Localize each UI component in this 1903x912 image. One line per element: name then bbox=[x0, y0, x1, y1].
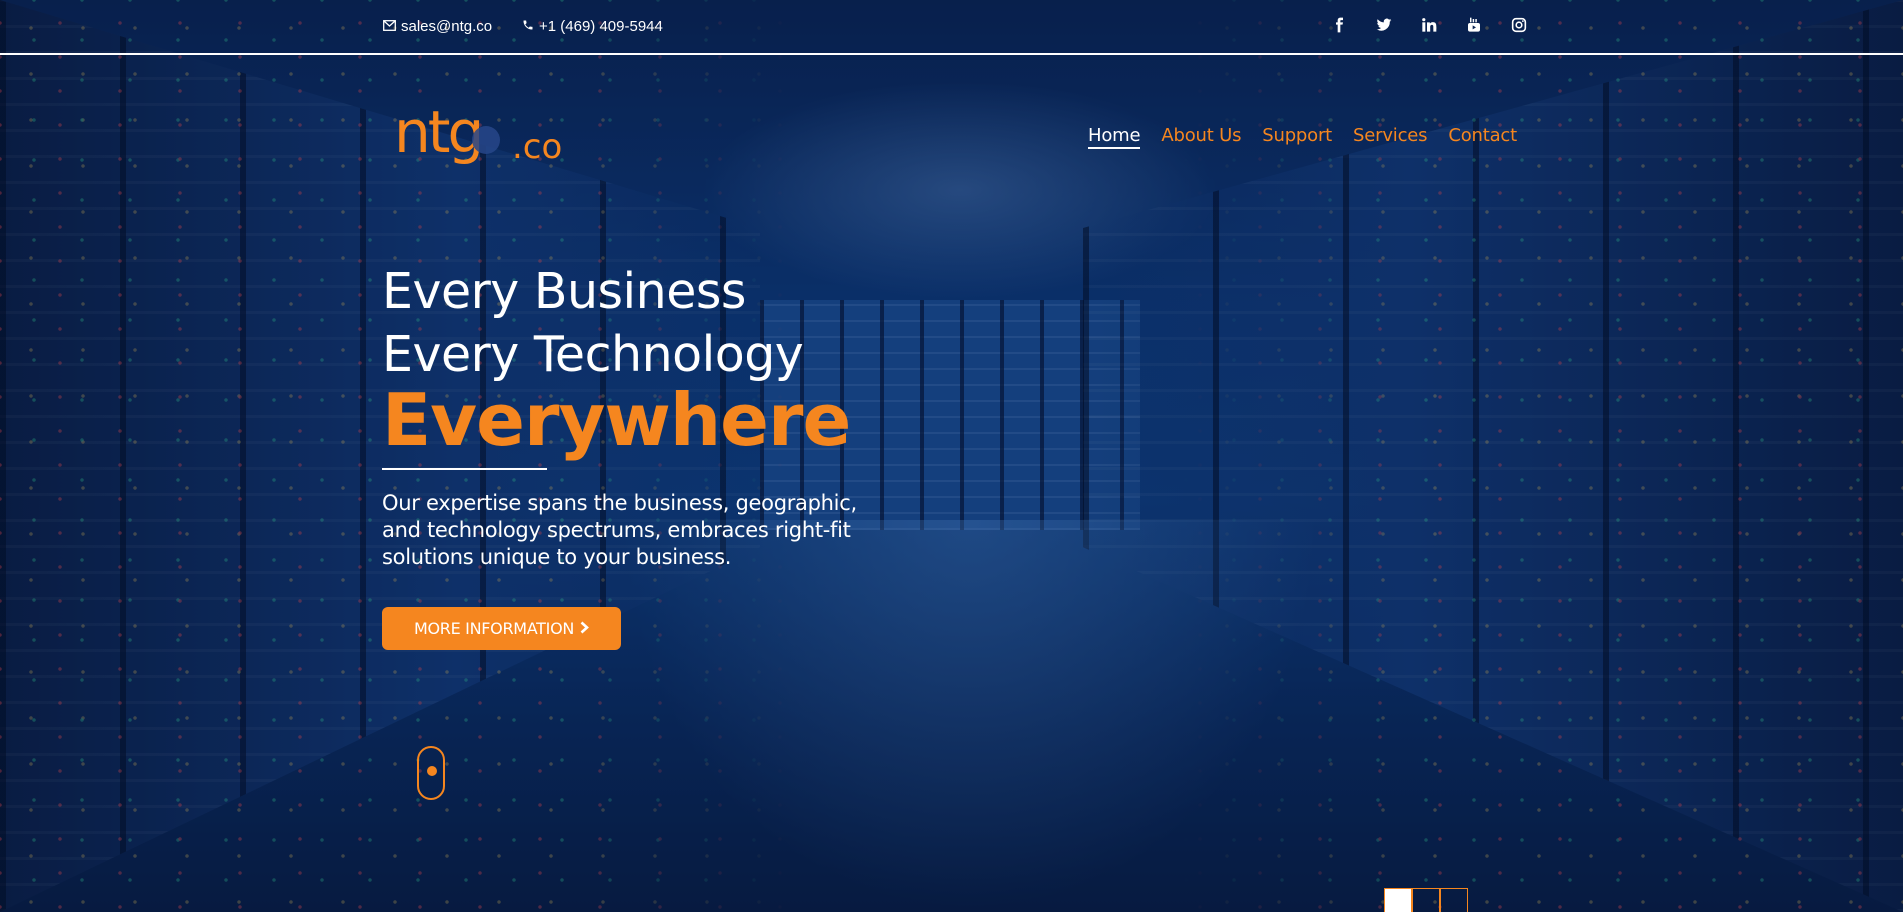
twitter-icon[interactable] bbox=[1361, 17, 1406, 37]
envelope-icon bbox=[383, 19, 396, 34]
chevron-right-icon bbox=[580, 619, 589, 638]
slide-dot-1[interactable] bbox=[1384, 888, 1412, 912]
hero-description: Our expertise spans the business, geogra… bbox=[382, 491, 857, 569]
hero-heading-line2: Every Technology bbox=[382, 326, 804, 383]
hero-background-image bbox=[0, 0, 1903, 912]
svg-text:ntg: ntg bbox=[394, 100, 481, 166]
facebook-icon[interactable] bbox=[1316, 17, 1361, 37]
hero-divider bbox=[382, 468, 547, 470]
instagram-icon[interactable] bbox=[1496, 17, 1541, 37]
email-text: sales@ntg.co bbox=[401, 18, 493, 35]
more-information-button[interactable]: MORE INFORMATION bbox=[382, 607, 621, 650]
phone-text: +1 (469) 409-5944 bbox=[539, 18, 663, 35]
scroll-dot bbox=[427, 766, 437, 776]
hero-heading-highlight: Everywhere bbox=[382, 378, 851, 462]
social-links bbox=[1316, 17, 1541, 37]
email-link[interactable]: sales@ntg.co bbox=[383, 18, 492, 35]
nav-about-us[interactable]: About Us bbox=[1161, 125, 1241, 149]
youtube-icon[interactable] bbox=[1451, 17, 1496, 37]
hero-heading-line1: Every Business bbox=[382, 263, 746, 320]
nav-services[interactable]: Services bbox=[1353, 125, 1428, 149]
nav-home[interactable]: Home bbox=[1088, 125, 1141, 149]
page: sales@ntg.co +1 (469) 409-5944 ntg .co H… bbox=[0, 0, 1903, 912]
hero-overlay bbox=[0, 0, 1903, 912]
nav-support[interactable]: Support bbox=[1262, 125, 1332, 149]
slider-pagination bbox=[1384, 888, 1468, 912]
linkedin-icon[interactable] bbox=[1406, 17, 1451, 37]
cta-label: MORE INFORMATION bbox=[413, 619, 575, 638]
phone-icon bbox=[522, 19, 534, 34]
slide-dot-2[interactable] bbox=[1412, 888, 1440, 912]
phone-link[interactable]: +1 (469) 409-5944 bbox=[522, 18, 663, 35]
ntg-logo: ntg .co bbox=[394, 98, 562, 167]
slide-dot-3[interactable] bbox=[1440, 888, 1468, 912]
top-bar: sales@ntg.co +1 (469) 409-5944 bbox=[0, 0, 1903, 55]
site-logo[interactable]: ntg .co bbox=[394, 98, 564, 180]
nav-contact[interactable]: Contact bbox=[1448, 125, 1517, 149]
main-nav: Home About Us Support Services Contact bbox=[1088, 125, 1538, 149]
scroll-down-indicator[interactable] bbox=[417, 746, 445, 800]
svg-text:.co: .co bbox=[512, 127, 562, 167]
